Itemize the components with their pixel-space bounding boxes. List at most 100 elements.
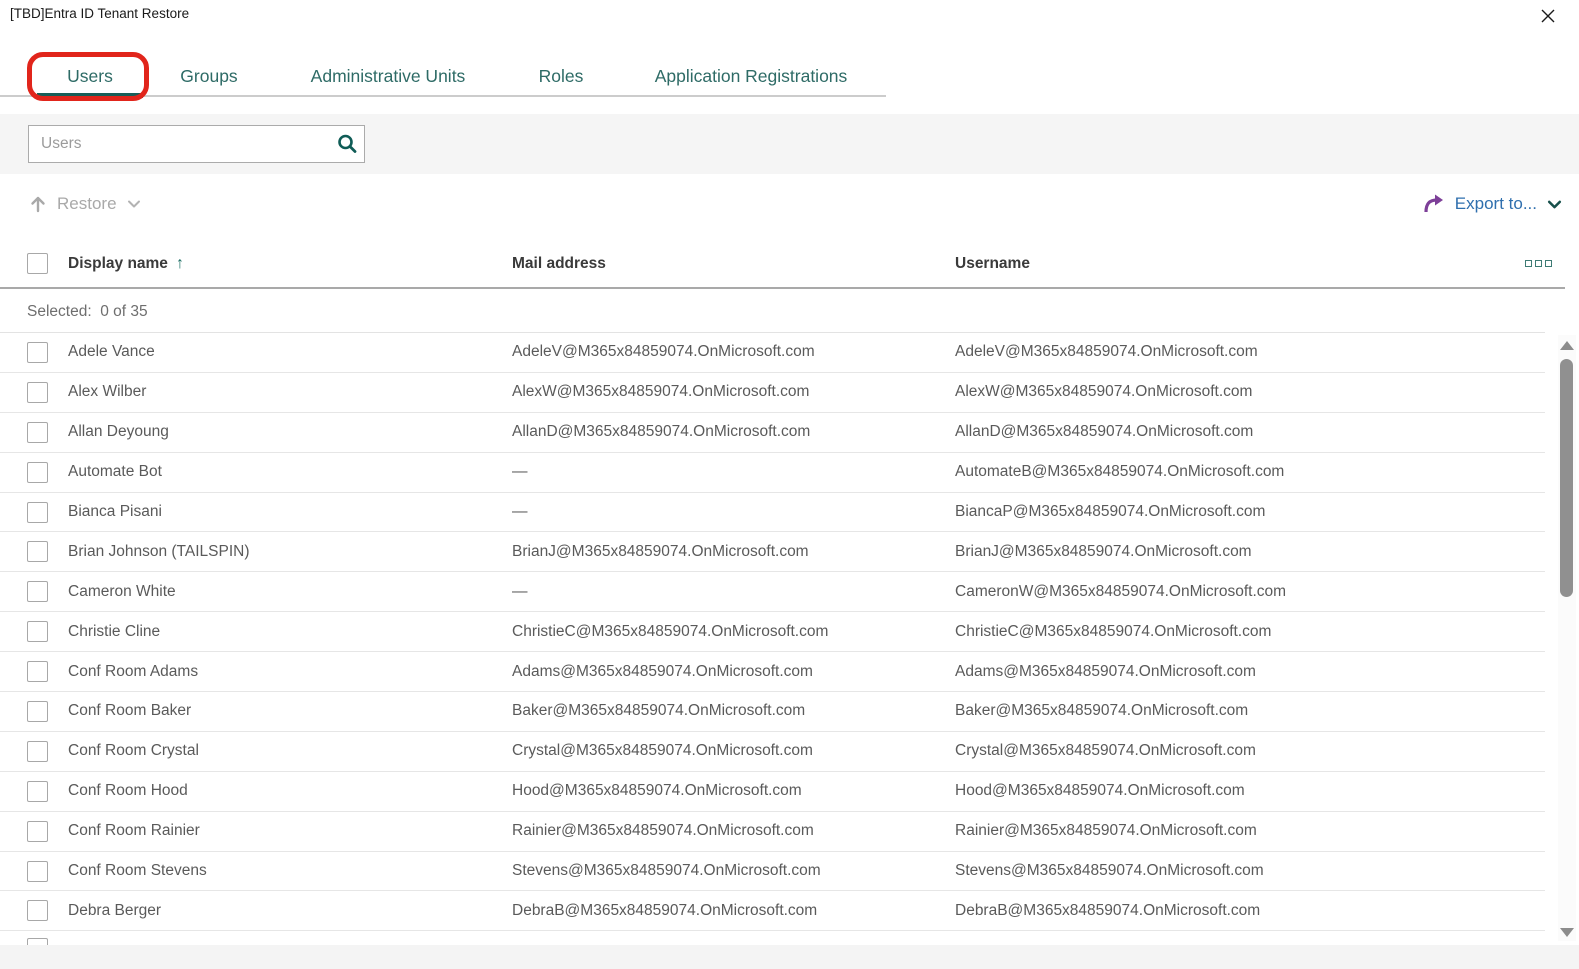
display-name-cell: Conf Room Stevens — [68, 862, 207, 880]
display-name-cell: Bianca Pisani — [68, 503, 162, 520]
display-name-cell: Conf Room Adams — [68, 662, 199, 680]
export-button[interactable]: Export to... — [1422, 192, 1563, 216]
username-cell: ChristieC@M365x84859074.OnMicrosoft.com — [955, 622, 1272, 640]
display-name-cell: Adele Vance — [68, 343, 155, 361]
search-icon[interactable] — [330, 125, 364, 163]
active-tab-underline — [37, 93, 143, 98]
display-name-cell: Conf Room Baker — [68, 702, 192, 720]
footer-strip — [0, 945, 1579, 969]
tab-application-registrations[interactable]: Application Registrations — [626, 56, 876, 96]
row-checkbox[interactable] — [27, 661, 48, 683]
title-bar: [TBD]Entra ID Tenant Restore — [0, 0, 1579, 30]
mail-cell: Stevens@M365x84859074.OnMicrosoft.com — [512, 862, 821, 880]
table-row[interactable]: Christie Cline ChristieC@M365x84859074.O… — [0, 612, 1545, 653]
table-row[interactable]: Automate Bot — AutomateB@M365x84859074.O… — [0, 453, 1545, 493]
search-input[interactable] — [29, 135, 330, 153]
display-name-cell: Cameron White — [68, 582, 176, 600]
chevron-down-icon — [1546, 196, 1563, 213]
search-strip — [0, 114, 1579, 174]
display-name-cell: Debra Berger — [68, 901, 162, 919]
row-checkbox[interactable] — [27, 860, 48, 882]
scroll-up-arrow-icon[interactable] — [1560, 341, 1574, 350]
mail-cell: — — [512, 463, 528, 481]
chevron-down-icon — [126, 196, 142, 212]
table-row[interactable]: Conf Room Hood Hood@M365x84859074.OnMicr… — [0, 772, 1545, 812]
export-arrow-icon — [1422, 192, 1446, 216]
select-all-checkbox[interactable] — [27, 253, 48, 274]
column-header-mail-address[interactable]: Mail address — [512, 255, 606, 272]
table-row[interactable]: Conf Room Baker Baker@M365x84859074.OnMi… — [0, 692, 1545, 732]
table-row[interactable]: Bianca Pisani — BiancaP@M365x84859074.On… — [0, 493, 1545, 533]
tab-label: Groups — [180, 66, 238, 86]
row-checkbox[interactable] — [27, 421, 48, 443]
row-checkbox[interactable] — [27, 900, 48, 922]
table-row[interactable]: Adele Vance AdeleV@M365x84859074.OnMicro… — [0, 333, 1545, 373]
mail-cell: — — [512, 582, 528, 600]
username-cell: BiancaP@M365x84859074.OnMicrosoft.com — [955, 503, 1266, 520]
restore-button[interactable]: Restore — [28, 194, 142, 214]
scroll-down-arrow-icon[interactable] — [1560, 928, 1574, 937]
username-cell: Crystal@M365x84859074.OnMicrosoft.com — [955, 742, 1256, 760]
username-cell: Adams@M365x84859074.OnMicrosoft.com — [955, 662, 1256, 680]
username-cell: AllanD@M365x84859074.OnMicrosoft.com — [955, 423, 1254, 441]
row-checkbox[interactable] — [27, 820, 48, 842]
tab-label: Application Registrations — [654, 66, 848, 86]
tab-strip: Users Groups Administrative Units Roles … — [0, 52, 886, 101]
vertical-scrollbar[interactable] — [1558, 335, 1576, 941]
username-cell: AutomateB@M365x84859074.OnMicrosoft.com — [955, 463, 1285, 481]
scrollbar-thumb[interactable] — [1560, 359, 1573, 597]
row-checkbox[interactable] — [27, 700, 48, 722]
table-row[interactable]: Conf Room Crystal Crystal@M365x84859074.… — [0, 732, 1545, 772]
mail-cell: ChristieC@M365x84859074.OnMicrosoft.com — [512, 622, 829, 640]
row-checkbox[interactable] — [27, 501, 48, 523]
restore-up-arrow-icon — [28, 194, 48, 214]
username-cell: Rainier@M365x84859074.OnMicrosoft.com — [955, 822, 1257, 840]
table-row[interactable]: Alex Wilber AlexW@M365x84859074.OnMicros… — [0, 373, 1545, 413]
user-table-body: Adele Vance AdeleV@M365x84859074.OnMicro… — [0, 333, 1545, 932]
table-row[interactable]: Brian Johnson (TAILSPIN) BrianJ@M365x848… — [0, 532, 1545, 573]
mail-cell: AdeleV@M365x84859074.OnMicrosoft.com — [512, 343, 815, 361]
row-checkbox[interactable] — [27, 381, 48, 403]
export-label: Export to... — [1454, 194, 1537, 213]
row-checkbox[interactable] — [27, 621, 48, 643]
column-options-icon[interactable] — [1525, 260, 1552, 267]
row-checkbox[interactable] — [27, 938, 48, 945]
username-cell: Baker@M365x84859074.OnMicrosoft.com — [955, 702, 1249, 720]
tab-administrative-units[interactable]: Administrative Units — [285, 56, 491, 96]
table-header: Display name ↑ Mail address Username — [0, 240, 1565, 289]
sort-ascending-icon[interactable]: ↑ — [176, 255, 184, 273]
tab-users[interactable]: Users — [35, 56, 145, 98]
display-name-cell: Alex Wilber — [68, 383, 147, 401]
display-name-cell: Conf Room Rainier — [68, 822, 200, 840]
table-row[interactable]: Debra Berger DebraB@M365x84859074.OnMicr… — [0, 891, 1545, 932]
username-cell: DebraB@M365x84859074.OnMicrosoft.com — [955, 901, 1261, 919]
table-row[interactable]: Conf Room Stevens Stevens@M365x84859074.… — [0, 852, 1545, 892]
username-cell: AdeleV@M365x84859074.OnMicrosoft.com — [955, 343, 1258, 361]
table-row[interactable]: Cameron White — CameronW@M365x84859074.O… — [0, 572, 1545, 613]
mail-cell: AllanD@M365x84859074.OnMicrosoft.com — [512, 423, 811, 441]
close-icon[interactable] — [1537, 5, 1559, 27]
row-checkbox[interactable] — [27, 461, 48, 483]
mail-cell: — — [512, 503, 528, 520]
table-row[interactable]: Conf Room Rainier Rainier@M365x84859074.… — [0, 812, 1545, 852]
search-box — [28, 125, 365, 163]
tab-groups[interactable]: Groups — [160, 56, 258, 96]
mail-cell: DebraB@M365x84859074.OnMicrosoft.com — [512, 901, 818, 919]
mail-cell: Rainier@M365x84859074.OnMicrosoft.com — [512, 822, 814, 840]
toolbar: Restore Export to... — [0, 174, 1579, 234]
tab-label: Roles — [538, 66, 584, 86]
column-header-username[interactable]: Username — [955, 255, 1030, 273]
row-checkbox[interactable] — [27, 541, 48, 563]
display-name-cell: Automate Bot — [68, 463, 162, 481]
table-row[interactable]: Allan Deyoung AllanD@M365x84859074.OnMic… — [0, 413, 1545, 453]
tab-roles[interactable]: Roles — [521, 56, 601, 96]
table-row-partial[interactable] — [0, 932, 1545, 945]
row-checkbox[interactable] — [27, 780, 48, 802]
row-checkbox[interactable] — [27, 740, 48, 762]
row-checkbox[interactable] — [27, 341, 48, 363]
table-row[interactable]: Conf Room Adams Adams@M365x84859074.OnMi… — [0, 652, 1545, 693]
username-cell: CameronW@M365x84859074.OnMicrosoft.com — [955, 582, 1287, 600]
row-checkbox[interactable] — [27, 581, 48, 603]
column-header-display-name[interactable]: Display name — [68, 255, 168, 273]
tab-label: Administrative Units — [310, 66, 466, 86]
